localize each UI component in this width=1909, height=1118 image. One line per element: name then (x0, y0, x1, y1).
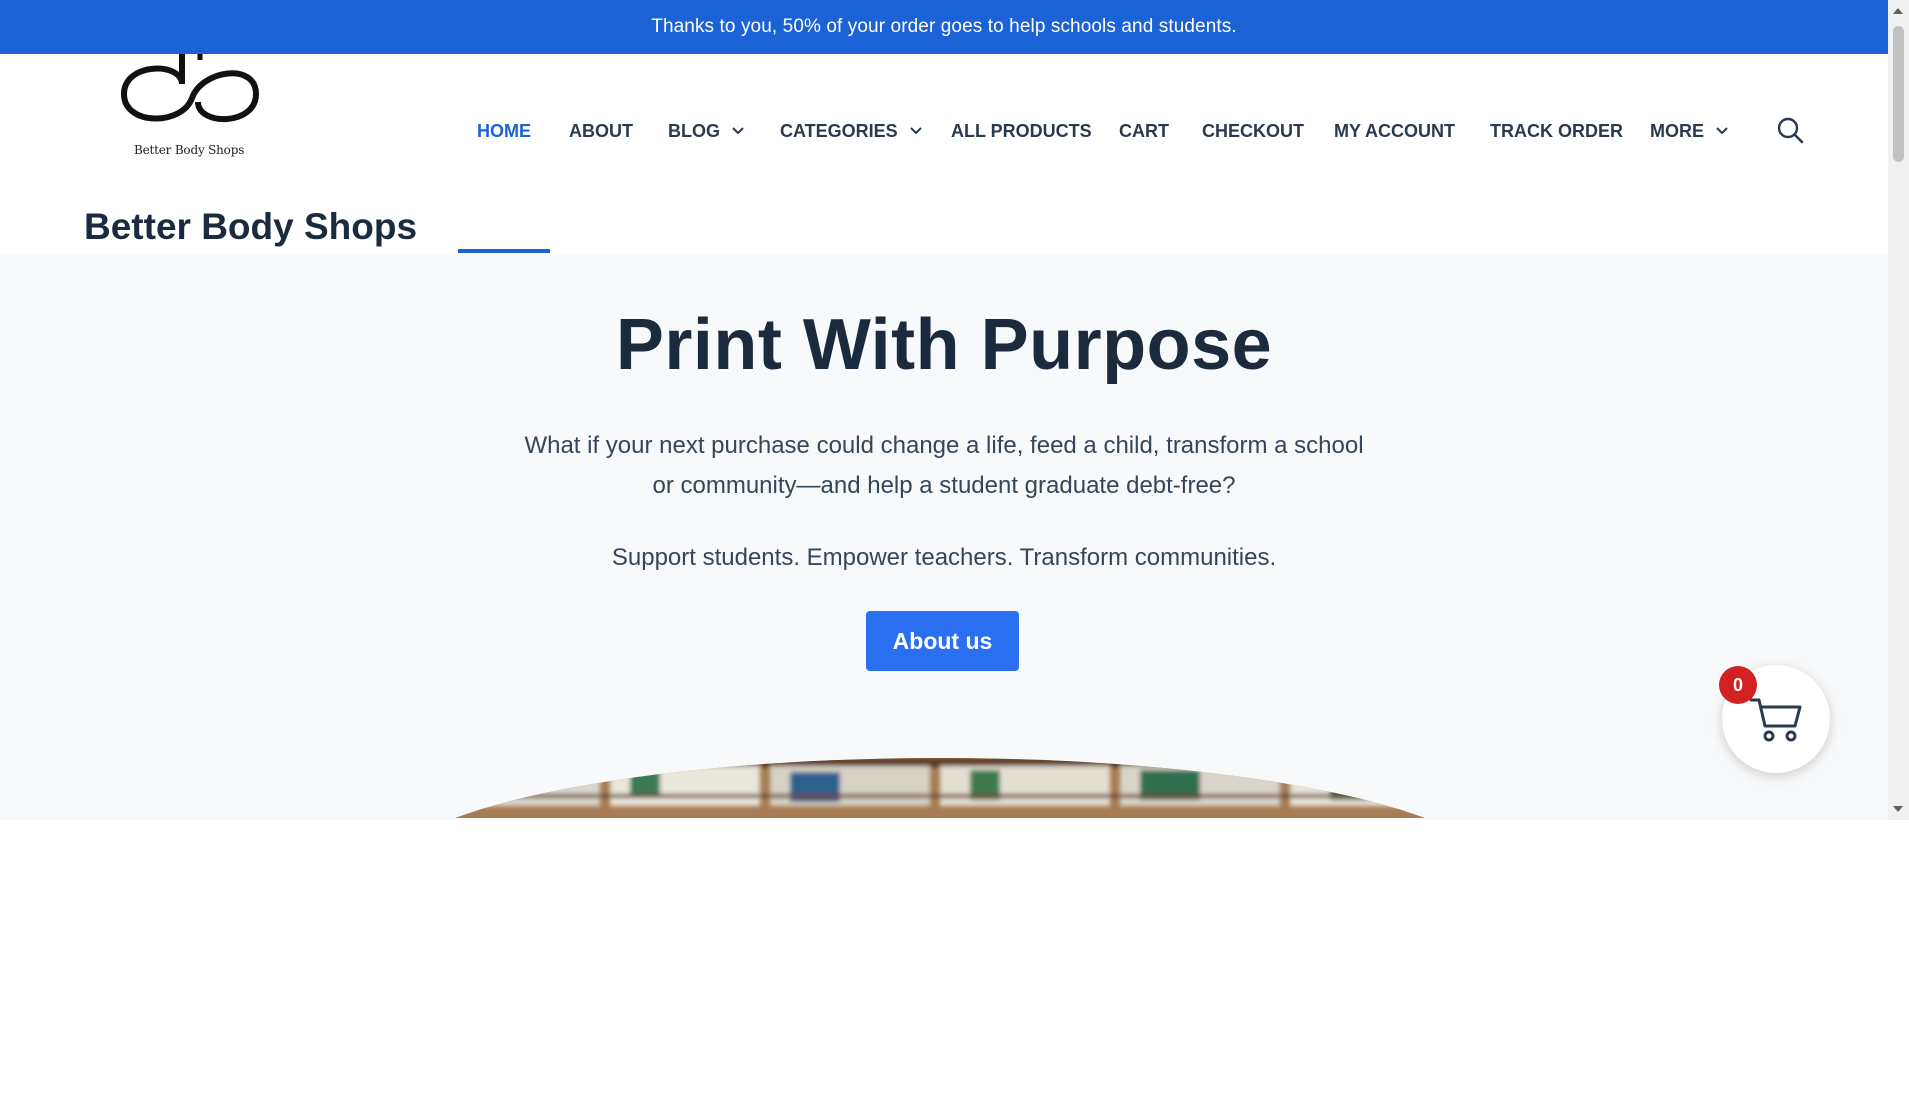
nav-label: CATEGORIES (780, 120, 898, 141)
nav-more[interactable]: MORE (1650, 116, 1728, 146)
announcement-bar: Thanks to you, 50% of your order goes to… (0, 0, 1888, 54)
nav-all-products[interactable]: ALL PRODUCTS (951, 116, 1092, 146)
hero-image (380, 758, 1500, 1118)
hero-text: What if your next purchase could change … (524, 432, 1364, 499)
nav-home[interactable]: HOME (477, 116, 531, 146)
hero-title: Print With Purpose (615, 305, 1273, 385)
chevron-down-icon (1716, 127, 1728, 135)
scroll-down-arrow[interactable] (1893, 806, 1903, 812)
nav-label: MY ACCOUNT (1334, 120, 1455, 141)
library-photo (380, 758, 1500, 818)
nav-label: MORE (1650, 120, 1704, 141)
chevron-down-icon (909, 127, 922, 135)
logo-caption: Better Body Shops (134, 143, 245, 157)
scroll-thumb[interactable] (1893, 26, 1904, 162)
nav-blog[interactable]: BLOG (668, 116, 744, 146)
hero-section: Print With Purpose What if your next pur… (0, 254, 1888, 820)
search-button[interactable] (1776, 116, 1804, 144)
search-icon (1777, 117, 1804, 144)
nav-label: BLOG (668, 120, 720, 141)
hero-subtext: Support students. Empower teachers. Tran… (611, 544, 1277, 571)
site-header: Better Body Shops HOME ABOUT BLOG CATEGO… (0, 54, 1888, 254)
scrollbar[interactable] (1888, 0, 1909, 820)
nav-checkout[interactable]: CHECKOUT (1202, 116, 1304, 146)
nav-about[interactable]: ABOUT (569, 116, 633, 146)
site-title[interactable]: Better Body Shops (84, 206, 417, 248)
nav-my-account[interactable]: MY ACCOUNT (1334, 116, 1455, 146)
cart-count-badge: 0 (1719, 666, 1757, 704)
announcement-text: Thanks to you, 50% of your order goes to… (651, 16, 1237, 37)
nav-label: HOME (477, 120, 531, 141)
nav-track-order[interactable]: TRACK ORDER (1490, 116, 1623, 146)
logo[interactable]: Better Body Shops (116, 54, 266, 164)
cart-icon (1749, 698, 1802, 742)
logo-icon (120, 54, 260, 123)
nav-label: ALL PRODUCTS (951, 120, 1092, 141)
scroll-up-arrow[interactable] (1893, 8, 1903, 14)
chevron-down-icon (732, 127, 744, 135)
nav-label: CART (1119, 120, 1169, 141)
nav-label: CHECKOUT (1202, 120, 1304, 141)
about-us-button[interactable]: About us (866, 611, 1019, 671)
nav-label: TRACK ORDER (1490, 120, 1623, 141)
nav-categories[interactable]: CATEGORIES (780, 116, 922, 146)
nav-label: ABOUT (569, 120, 633, 141)
active-underline (458, 249, 550, 253)
nav-cart[interactable]: CART (1119, 116, 1169, 146)
